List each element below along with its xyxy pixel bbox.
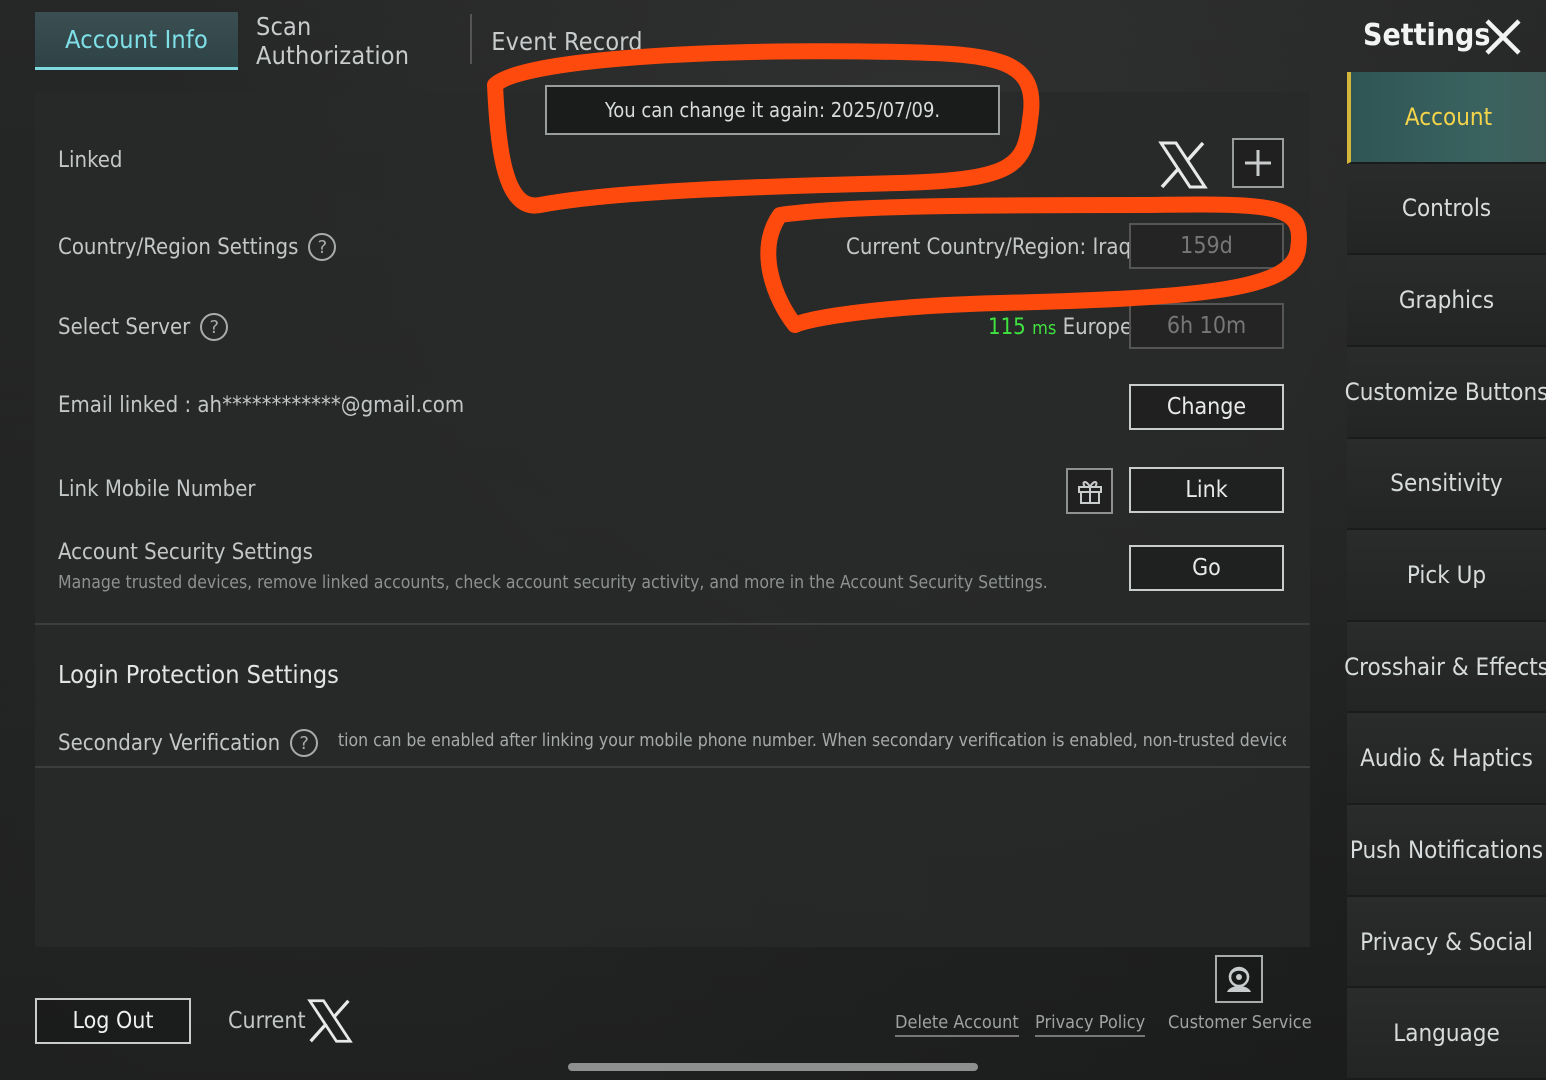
gift-button[interactable] <box>1066 468 1113 514</box>
account-security-go-button[interactable]: Go <box>1129 545 1284 591</box>
sidebar-item-language[interactable]: Language <box>1347 988 1546 1080</box>
sidebar-item-audio-haptics[interactable]: Audio & Haptics <box>1347 713 1546 806</box>
change-date-tooltip: You can change it again: 2025/07/09. <box>545 85 1000 135</box>
account-security-text: Account Security Settings <box>58 540 313 565</box>
add-link-button[interactable] <box>1232 138 1284 188</box>
delete-account-link[interactable]: Delete Account <box>895 1012 1019 1037</box>
customer-service-icon <box>1227 966 1251 992</box>
select-server-label: Select Server ? <box>58 313 229 341</box>
plus-icon <box>1245 150 1271 176</box>
sidebar-item-graphics[interactable]: Graphics <box>1347 255 1546 347</box>
sidebar-item-pick-up[interactable]: Pick Up <box>1347 530 1546 622</box>
x-logo-icon[interactable] <box>1158 140 1208 190</box>
sidebar-item-push-notifications[interactable]: Push Notifications <box>1347 805 1546 897</box>
country-cooldown-button[interactable]: 159d <box>1129 223 1284 269</box>
linked-label: Linked <box>58 148 123 173</box>
customer-service-button[interactable] <box>1215 955 1263 1003</box>
section-divider <box>35 766 1310 768</box>
email-linked-text: Email linked : ah************@gmail.com <box>58 393 465 418</box>
current-country-text: Current Country/Region: Iraq <box>846 235 1132 260</box>
server-cooldown-button[interactable]: 6h 10m <box>1129 303 1284 349</box>
login-protection-title: Login Protection Settings <box>58 660 339 689</box>
account-info-panel <box>35 92 1310 947</box>
account-security-description: Manage trusted devices, remove linked ac… <box>58 573 1048 593</box>
account-security-label: Account Security Settings <box>58 540 313 565</box>
current-account-label: Current <box>228 1008 306 1034</box>
logout-button[interactable]: Log Out <box>35 998 191 1044</box>
tab-account-info[interactable]: Account Info <box>35 12 238 70</box>
sidebar-item-crosshair-effects[interactable]: Crosshair & Effects <box>1344 621 1546 714</box>
link-mobile-label: Link Mobile Number <box>58 477 256 502</box>
server-status: 115 ms Europe <box>988 315 1132 340</box>
select-server-label-text: Select Server <box>58 314 191 340</box>
sidebar-item-sensitivity[interactable]: Sensitivity <box>1347 438 1546 531</box>
email-linked-label: Email linked : ah************@gmail.com <box>58 393 464 418</box>
settings-title: Settings <box>1363 18 1491 53</box>
x-logo-icon <box>307 999 353 1043</box>
help-icon[interactable]: ? <box>290 729 319 757</box>
ping-unit: ms <box>1032 318 1057 339</box>
sidebar-item-account[interactable]: Account <box>1347 72 1546 164</box>
link-mobile-text: Link Mobile Number <box>58 477 256 502</box>
tab-scan-authorization[interactable]: Scan Authorization <box>238 12 470 70</box>
sidebar-item-privacy-social[interactable]: Privacy & Social <box>1347 896 1546 989</box>
secondary-verification-description: tion can be enabled after linking your m… <box>338 731 1286 751</box>
top-tab-bar: Account Info Scan Authorization Event Re… <box>35 12 662 70</box>
privacy-policy-link[interactable]: Privacy Policy <box>1035 1012 1146 1037</box>
link-mobile-button[interactable]: Link <box>1129 467 1284 513</box>
customer-service-link[interactable]: Customer Service <box>1168 1012 1312 1035</box>
tab-event-record[interactable]: Event Record <box>472 12 662 70</box>
sidebar-item-customize-buttons[interactable]: Customize Buttons <box>1345 346 1546 439</box>
home-indicator <box>568 1063 978 1071</box>
country-region-label: Country/Region Settings ? <box>58 233 337 261</box>
sidebar-item-controls[interactable]: Controls <box>1347 163 1546 256</box>
server-name: Europe <box>1062 315 1133 340</box>
gift-icon <box>1077 481 1102 504</box>
secondary-verification-label: Secondary Verification ? <box>58 729 319 757</box>
ping-value: 115 <box>988 315 1026 340</box>
settings-sidebar: Account Controls Graphics Customize Butt… <box>1344 72 1546 1080</box>
section-divider <box>35 623 1310 625</box>
secondary-verification-text: Secondary Verification <box>58 730 281 756</box>
country-region-label-text: Country/Region Settings <box>58 234 299 260</box>
change-email-button[interactable]: Change <box>1129 384 1284 430</box>
linked-label-text: Linked <box>58 148 123 173</box>
help-icon[interactable]: ? <box>200 313 229 341</box>
close-icon[interactable] <box>1484 18 1522 56</box>
help-icon[interactable]: ? <box>308 233 337 261</box>
